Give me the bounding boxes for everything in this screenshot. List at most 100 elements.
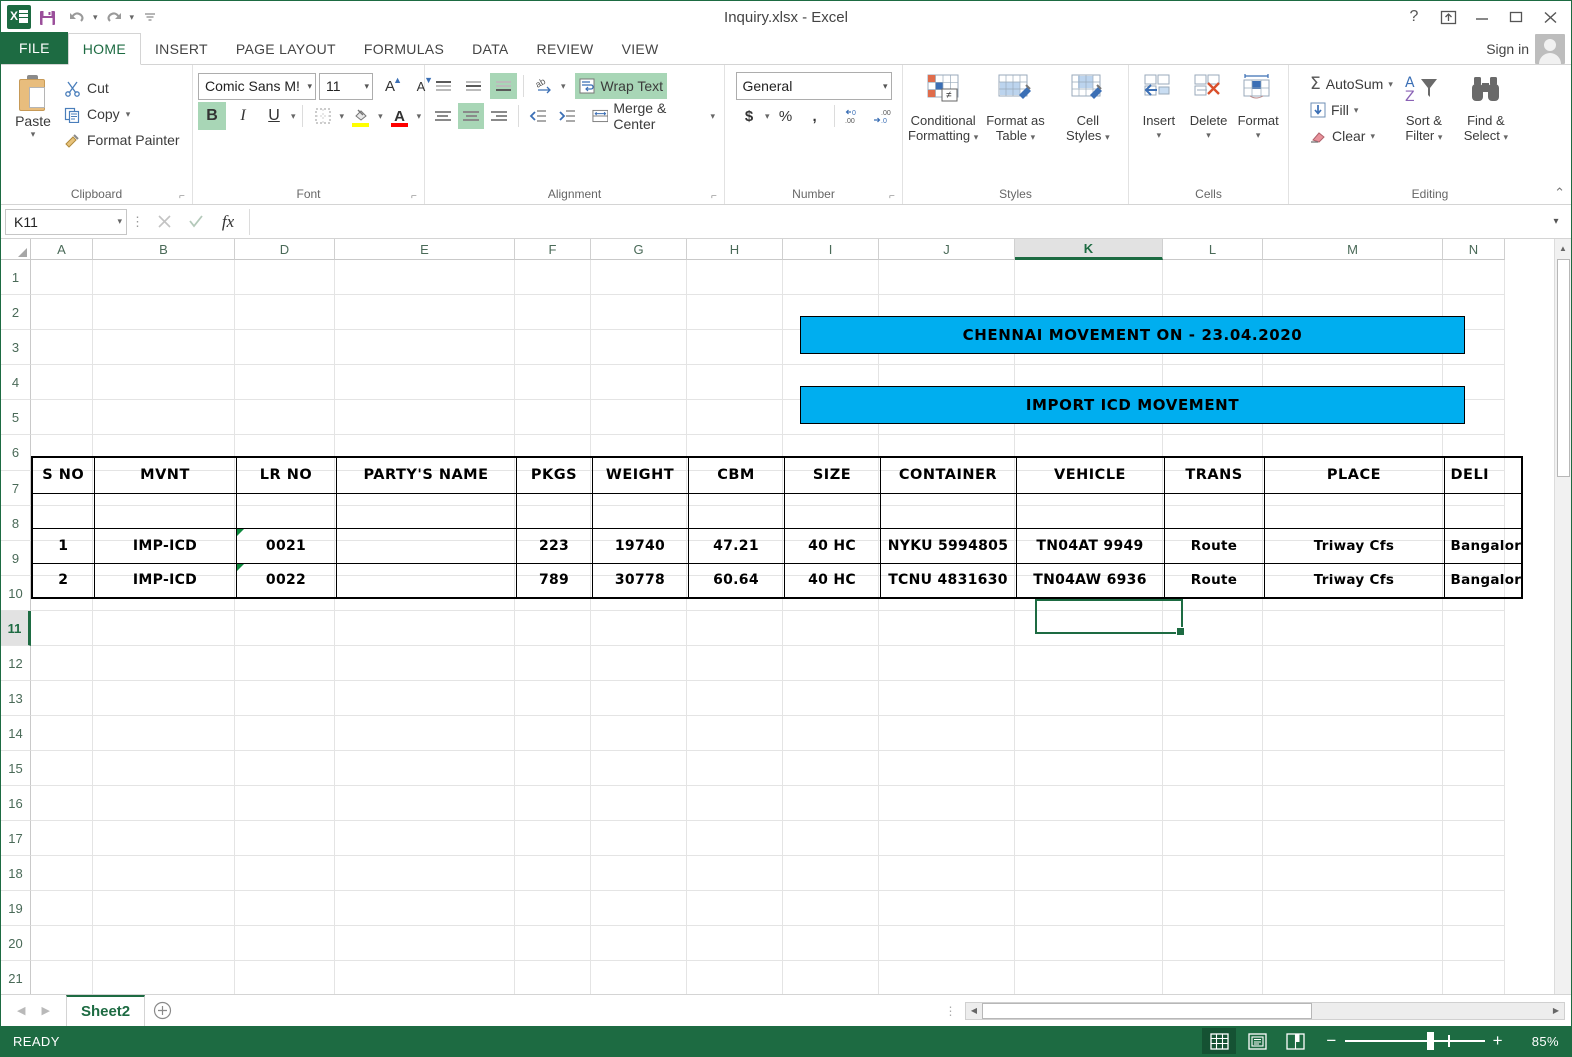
undo-dropdown-caret-icon[interactable]: ▾: [93, 12, 98, 23]
normal-view-icon[interactable]: [1202, 1028, 1237, 1054]
grid-cell[interactable]: [31, 821, 93, 856]
grid-cell[interactable]: [1263, 471, 1443, 506]
grid-cell[interactable]: [1263, 856, 1443, 891]
grid-cell[interactable]: [1015, 541, 1163, 576]
grid-cell[interactable]: [93, 856, 235, 891]
grid-cell[interactable]: [783, 821, 879, 856]
grid-cell[interactable]: [235, 471, 335, 506]
column-header-E[interactable]: E: [335, 239, 515, 260]
row-header-8[interactable]: 8: [1, 506, 31, 541]
row-header-6[interactable]: 6: [1, 435, 31, 471]
grid-cell[interactable]: [1263, 751, 1443, 786]
number-format-combo[interactable]: General ▾: [735, 72, 892, 100]
close-icon[interactable]: [1533, 2, 1567, 32]
align-top-button[interactable]: [430, 73, 457, 99]
grid-cell[interactable]: [235, 435, 335, 471]
borders-dropdown-caret-icon[interactable]: ▾: [340, 111, 345, 122]
grid-cell[interactable]: [93, 681, 235, 716]
row-header-1[interactable]: 1: [1, 260, 31, 295]
grid-cell[interactable]: [1163, 611, 1263, 646]
grid-cell[interactable]: [1163, 435, 1263, 471]
grid-cell[interactable]: [591, 541, 687, 576]
grid-cell[interactable]: [687, 961, 783, 994]
grid-cell[interactable]: [783, 751, 879, 786]
merge-center-button[interactable]: Merge & Center ▾: [588, 100, 719, 132]
grid-cell[interactable]: [235, 716, 335, 751]
grid-cell[interactable]: [335, 646, 515, 681]
grid-cell[interactable]: [591, 365, 687, 400]
grid-cell[interactable]: [515, 821, 591, 856]
grid-cell[interactable]: [591, 471, 687, 506]
grid-cell[interactable]: [515, 576, 591, 611]
grid-cell[interactable]: [879, 611, 1015, 646]
tab-page-layout[interactable]: PAGE LAYOUT: [222, 33, 350, 64]
decrease-decimal-button[interactable]: .00.0: [870, 103, 896, 129]
formula-bar-handle[interactable]: ⋮: [127, 214, 149, 230]
column-header-M[interactable]: M: [1263, 239, 1443, 260]
grid-cell[interactable]: [1263, 821, 1443, 856]
grid-cell[interactable]: [591, 856, 687, 891]
grid-cell[interactable]: [783, 611, 879, 646]
grid-cell[interactable]: [1443, 751, 1505, 786]
grid-cell[interactable]: [1015, 506, 1163, 541]
grid-cell[interactable]: [1015, 856, 1163, 891]
split-handle[interactable]: ⋮: [943, 1004, 959, 1018]
name-box-caret-icon[interactable]: ▾: [117, 216, 122, 227]
grid-cell[interactable]: [335, 856, 515, 891]
grid-cell[interactable]: [1015, 330, 1163, 365]
grid-cell[interactable]: [1443, 926, 1505, 961]
grid-cell[interactable]: [879, 961, 1015, 994]
grid-cell[interactable]: [235, 506, 335, 541]
grid-cell[interactable]: [1443, 260, 1505, 295]
grid-cell[interactable]: [515, 400, 591, 435]
grid-cell[interactable]: [1263, 926, 1443, 961]
grid-cell[interactable]: [335, 891, 515, 926]
previous-sheet-icon[interactable]: ◀: [17, 1004, 25, 1017]
fill-caret-icon[interactable]: ▾: [1354, 105, 1359, 116]
grid-cell[interactable]: [93, 435, 235, 471]
clear-caret-icon[interactable]: ▾: [1370, 131, 1375, 142]
grid-cell[interactable]: [93, 961, 235, 994]
paste-dropdown-caret-icon[interactable]: ▾: [31, 129, 36, 140]
grid-cell[interactable]: [1163, 576, 1263, 611]
align-left-button[interactable]: [430, 103, 455, 129]
orientation-dropdown-caret-icon[interactable]: ▾: [561, 81, 566, 92]
grid-cell[interactable]: [591, 891, 687, 926]
grid-cell[interactable]: [1015, 646, 1163, 681]
grid-cell[interactable]: [1263, 961, 1443, 994]
grid-cell[interactable]: [1015, 891, 1163, 926]
grid-cell[interactable]: [687, 471, 783, 506]
grid-cell[interactable]: [687, 435, 783, 471]
grid-cell[interactable]: [783, 506, 879, 541]
grid-cell[interactable]: [1263, 541, 1443, 576]
grid-cell[interactable]: [1163, 400, 1263, 435]
increase-decimal-button[interactable]: 0.00: [841, 103, 867, 129]
grid-cell[interactable]: [1163, 646, 1263, 681]
grid-cell[interactable]: [687, 926, 783, 961]
row-header-19[interactable]: 19: [1, 891, 31, 926]
grid-cell[interactable]: [591, 400, 687, 435]
horizontal-scrollbar[interactable]: ◀ ▶: [965, 1001, 1565, 1020]
tab-file[interactable]: FILE: [1, 32, 68, 64]
grid-cell[interactable]: [1015, 435, 1163, 471]
help-icon[interactable]: ?: [1397, 2, 1431, 32]
grid-cell[interactable]: [93, 260, 235, 295]
grid-cell[interactable]: [687, 330, 783, 365]
grid-cell[interactable]: [93, 926, 235, 961]
grid-cell[interactable]: [1015, 260, 1163, 295]
grid-cell[interactable]: [235, 541, 335, 576]
grid-cell[interactable]: [1163, 891, 1263, 926]
scroll-right-icon[interactable]: ▶: [1548, 1003, 1564, 1019]
grid-cell[interactable]: [93, 751, 235, 786]
format-cells-button[interactable]: Format ▾: [1233, 71, 1283, 143]
grid-cell[interactable]: [1015, 576, 1163, 611]
grid-cell[interactable]: [687, 576, 783, 611]
align-center-button[interactable]: [458, 103, 484, 129]
grid-cell[interactable]: [93, 646, 235, 681]
grid-cell[interactable]: [515, 435, 591, 471]
find-select-button[interactable]: Find & Select ▾: [1455, 71, 1517, 145]
grid-cell[interactable]: [31, 541, 93, 576]
grid-cell[interactable]: [1443, 611, 1505, 646]
grid-cell[interactable]: [1163, 821, 1263, 856]
row-header-20[interactable]: 20: [1, 926, 31, 961]
